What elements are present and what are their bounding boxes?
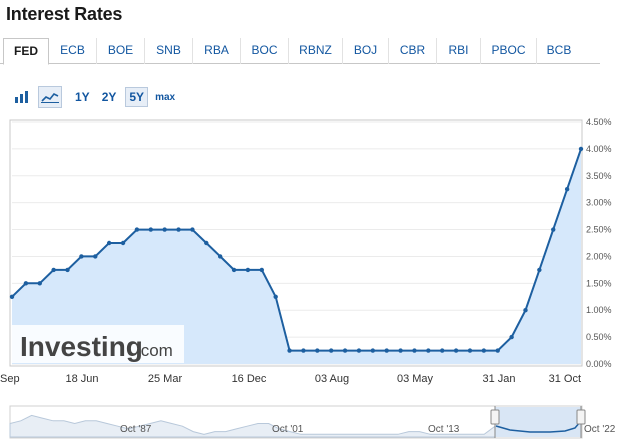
data-point[interactable] [578,146,584,152]
data-point[interactable] [79,254,84,259]
data-point[interactable] [93,254,98,259]
data-point[interactable] [134,227,140,232]
y-tick-label: 2.50% [586,225,612,235]
data-point[interactable] [398,348,403,353]
data-point[interactable] [315,348,320,353]
central-bank-tabs: FED ECB BOE SNB RBA BOC RBNZ BOJ CBR RBI… [0,38,600,65]
tab-rbnz[interactable]: RBNZ [289,38,343,64]
data-point[interactable] [467,348,473,353]
tab-pboc[interactable]: PBOC [481,38,537,64]
x-tick-label: 31 Jan [482,373,515,385]
tab-boc[interactable]: BOC [241,38,289,64]
data-point[interactable] [162,227,167,232]
data-point[interactable] [453,348,459,353]
data-point[interactable] [342,348,348,353]
data-point[interactable] [287,348,292,353]
data-point[interactable] [65,267,70,273]
tab-fed[interactable]: FED [3,38,49,65]
watermark-suffix: .com [136,341,173,360]
tab-cbr[interactable]: CBR [389,38,437,64]
navigator-right-handle[interactable] [576,409,586,425]
range-5y-button[interactable]: 5Y [125,87,149,107]
chart-area: 0.00% 0.50% 1.00% 1.50% 2.00% 2.50% 3.00% 3.50%… [0,116,624,444]
tab-bcb[interactable]: BCB [537,38,581,64]
range-1y-button[interactable]: 1Y [72,88,93,106]
line-chart-icon [41,92,59,103]
data-point[interactable] [176,227,181,232]
watermark-brand: Investing [20,331,143,362]
tab-ecb[interactable]: ECB [49,38,97,64]
data-point[interactable] [217,254,223,259]
chart-toolbar: 1Y 2Y 5Y max [10,84,178,110]
bar-chart-icon [15,91,28,103]
y-tick-label: 0.00% [586,359,612,369]
x-tick-label: 16 Dec [232,373,267,385]
data-point[interactable] [190,227,195,232]
navigator-label-1987: Oct '87 [120,424,152,435]
navigator[interactable]: Oct '87 Oct '01 Oct '13 Oct '22 [9,405,616,439]
tab-boj[interactable]: BOJ [343,38,389,64]
data-point[interactable] [356,348,362,353]
x-tick-label: 25 Mar [148,373,183,385]
data-point[interactable] [384,348,389,353]
data-point[interactable] [495,348,500,353]
x-tick-label: 03 Aug [315,373,349,385]
tab-boe[interactable]: BOE [97,38,145,64]
data-point[interactable] [509,334,514,340]
investing-watermark: Investing .com [12,325,184,363]
y-tick-label: 1.00% [586,305,612,315]
y-tick-label: 0.50% [586,332,612,342]
page-title: Interest Rates [6,4,123,24]
navigator-left-handle[interactable] [490,409,500,425]
y-axis-tick-labels: 0.00% 0.50% 1.00% 1.50% 2.00% 2.50% 3.00% 3.50%… [586,117,612,369]
data-point[interactable] [37,281,42,286]
data-point[interactable] [370,348,376,353]
line-chart-button[interactable] [38,86,62,108]
tab-rbi[interactable]: RBI [437,38,481,64]
data-point[interactable] [273,294,278,299]
y-tick-label: 4.00% [586,144,612,154]
x-tick-label: 31 Oct [549,373,581,385]
data-point[interactable] [51,267,56,273]
interest-rate-chart[interactable]: 0.00% 0.50% 1.00% 1.50% 2.00% 2.50% 3.00% 3.50%… [0,116,624,444]
navigator-label-2013: Oct '13 [428,424,460,435]
data-point[interactable] [259,267,265,273]
y-tick-label: 1.50% [586,278,612,288]
range-2y-button[interactable]: 2Y [99,88,120,106]
data-point[interactable] [231,267,237,273]
data-point[interactable] [204,240,209,246]
data-point[interactable] [537,267,542,273]
data-point[interactable] [564,187,570,192]
navigator-label-2001: Oct '01 [272,424,304,435]
navigator-label-2022: Oct '22 [584,424,616,435]
data-point[interactable] [148,227,153,232]
data-point[interactable] [9,294,15,299]
x-tick-label: 18 Jun [65,373,98,385]
y-tick-label: 3.00% [586,198,612,208]
data-point[interactable] [120,240,126,246]
data-point[interactable] [106,240,112,246]
y-tick-label: 4.50% [586,117,612,127]
data-point[interactable] [301,348,306,353]
bar-chart-button[interactable] [10,86,34,108]
data-point[interactable] [426,348,431,353]
data-point[interactable] [412,348,417,353]
tab-snb[interactable]: SNB [145,38,193,64]
y-tick-label: 2.00% [586,251,612,261]
data-point[interactable] [481,348,487,353]
data-point[interactable] [245,267,251,273]
range-max-button[interactable]: max [152,90,178,105]
data-point[interactable] [440,348,445,353]
x-axis-tick-labels: Sep 18 Jun 25 Mar 16 Dec 03 Aug 03 May 31 Jan 3… [0,373,581,385]
x-tick-label: Sep [0,373,20,385]
data-point[interactable] [328,348,334,353]
x-tick-label: 03 May [397,373,434,385]
data-point[interactable] [551,227,556,232]
y-tick-label: 3.50% [586,171,612,181]
data-point[interactable] [23,281,29,286]
data-point[interactable] [523,308,528,313]
tab-rba[interactable]: RBA [193,38,241,64]
